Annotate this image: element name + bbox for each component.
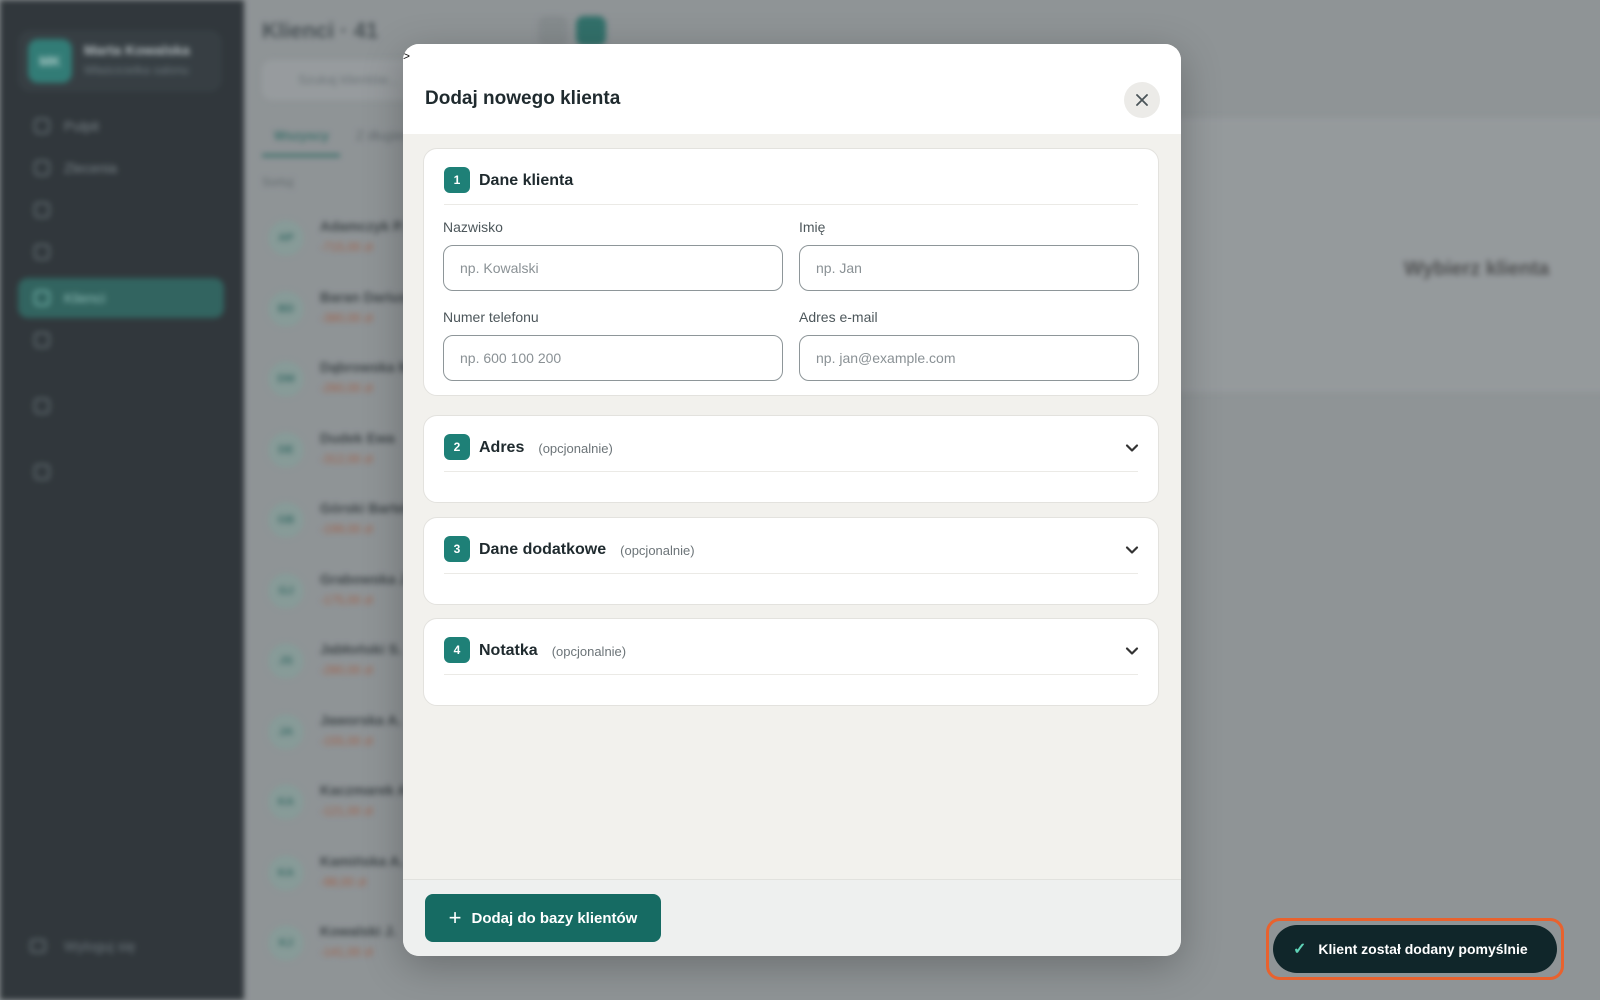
optional-label: (opcjonalnie) xyxy=(538,441,613,456)
plus-icon: + xyxy=(448,905,462,930)
section-client-data: 1 Dane klienta Nazwisko Imię Numer telef… xyxy=(423,148,1159,396)
step-number: 4 xyxy=(444,637,470,663)
phone-field[interactable] xyxy=(443,335,783,381)
phone-label: Numer telefonu xyxy=(443,309,539,325)
section-title: Notatka xyxy=(479,642,538,659)
toast-message: Klient został dodany pomyślnie xyxy=(1318,941,1528,957)
chevron-down-icon[interactable] xyxy=(1124,440,1140,456)
add-to-clients-button[interactable]: + Dodaj do bazy klientów xyxy=(425,894,661,942)
surname-label: Nazwisko xyxy=(443,219,503,235)
section-title: Dane klienta xyxy=(479,172,574,189)
name-label: Imię xyxy=(799,219,826,235)
add-client-modal: > Dodaj nowego klienta 1 Dane klienta Na… xyxy=(403,44,1181,956)
email-label: Adres e-mail xyxy=(799,309,878,325)
modal-title: Dodaj nowego klienta xyxy=(425,88,621,109)
close-button[interactable] xyxy=(1124,82,1160,118)
section-header[interactable]: 2 Adres (opcjonalnie) xyxy=(444,434,1140,472)
mouse-cursor-icon: > xyxy=(403,49,411,63)
chevron-down-icon[interactable] xyxy=(1124,542,1140,558)
optional-label: (opcjonalnie) xyxy=(620,543,695,558)
surname-field[interactable] xyxy=(443,245,783,291)
optional-label: (opcjonalnie) xyxy=(551,644,627,659)
chevron-down-icon[interactable] xyxy=(1124,643,1140,659)
modal-footer: + Dodaj do bazy klientów xyxy=(403,879,1181,956)
section-title: Dane dodatkowe xyxy=(479,541,607,558)
section-note[interactable]: 4 Notatka (opcjonalnie) xyxy=(423,618,1159,706)
name-field[interactable] xyxy=(799,245,1139,291)
step-number: 3 xyxy=(444,536,470,562)
check-icon: ✓ xyxy=(1293,941,1307,958)
step-number: 1 xyxy=(444,167,470,193)
step-number: 2 xyxy=(444,434,470,460)
section-header[interactable]: 4 Notatka (opcjonalnie) xyxy=(444,637,1140,675)
close-icon xyxy=(1136,94,1148,106)
section-title: Adres xyxy=(479,439,525,456)
add-button-label: Dodaj do bazy klientów xyxy=(471,909,638,927)
success-toast[interactable]: ✓ Klient został dodany pomyślnie xyxy=(1273,925,1557,973)
modal-header: > Dodaj nowego klienta xyxy=(403,44,1181,134)
email-field[interactable] xyxy=(799,335,1139,381)
section-header: 1 Dane klienta xyxy=(444,167,1138,205)
section-additional[interactable]: 3 Dane dodatkowe (opcjonalnie) xyxy=(423,517,1159,605)
section-header[interactable]: 3 Dane dodatkowe (opcjonalnie) xyxy=(444,536,1140,574)
section-address[interactable]: 2 Adres (opcjonalnie) xyxy=(423,415,1159,503)
